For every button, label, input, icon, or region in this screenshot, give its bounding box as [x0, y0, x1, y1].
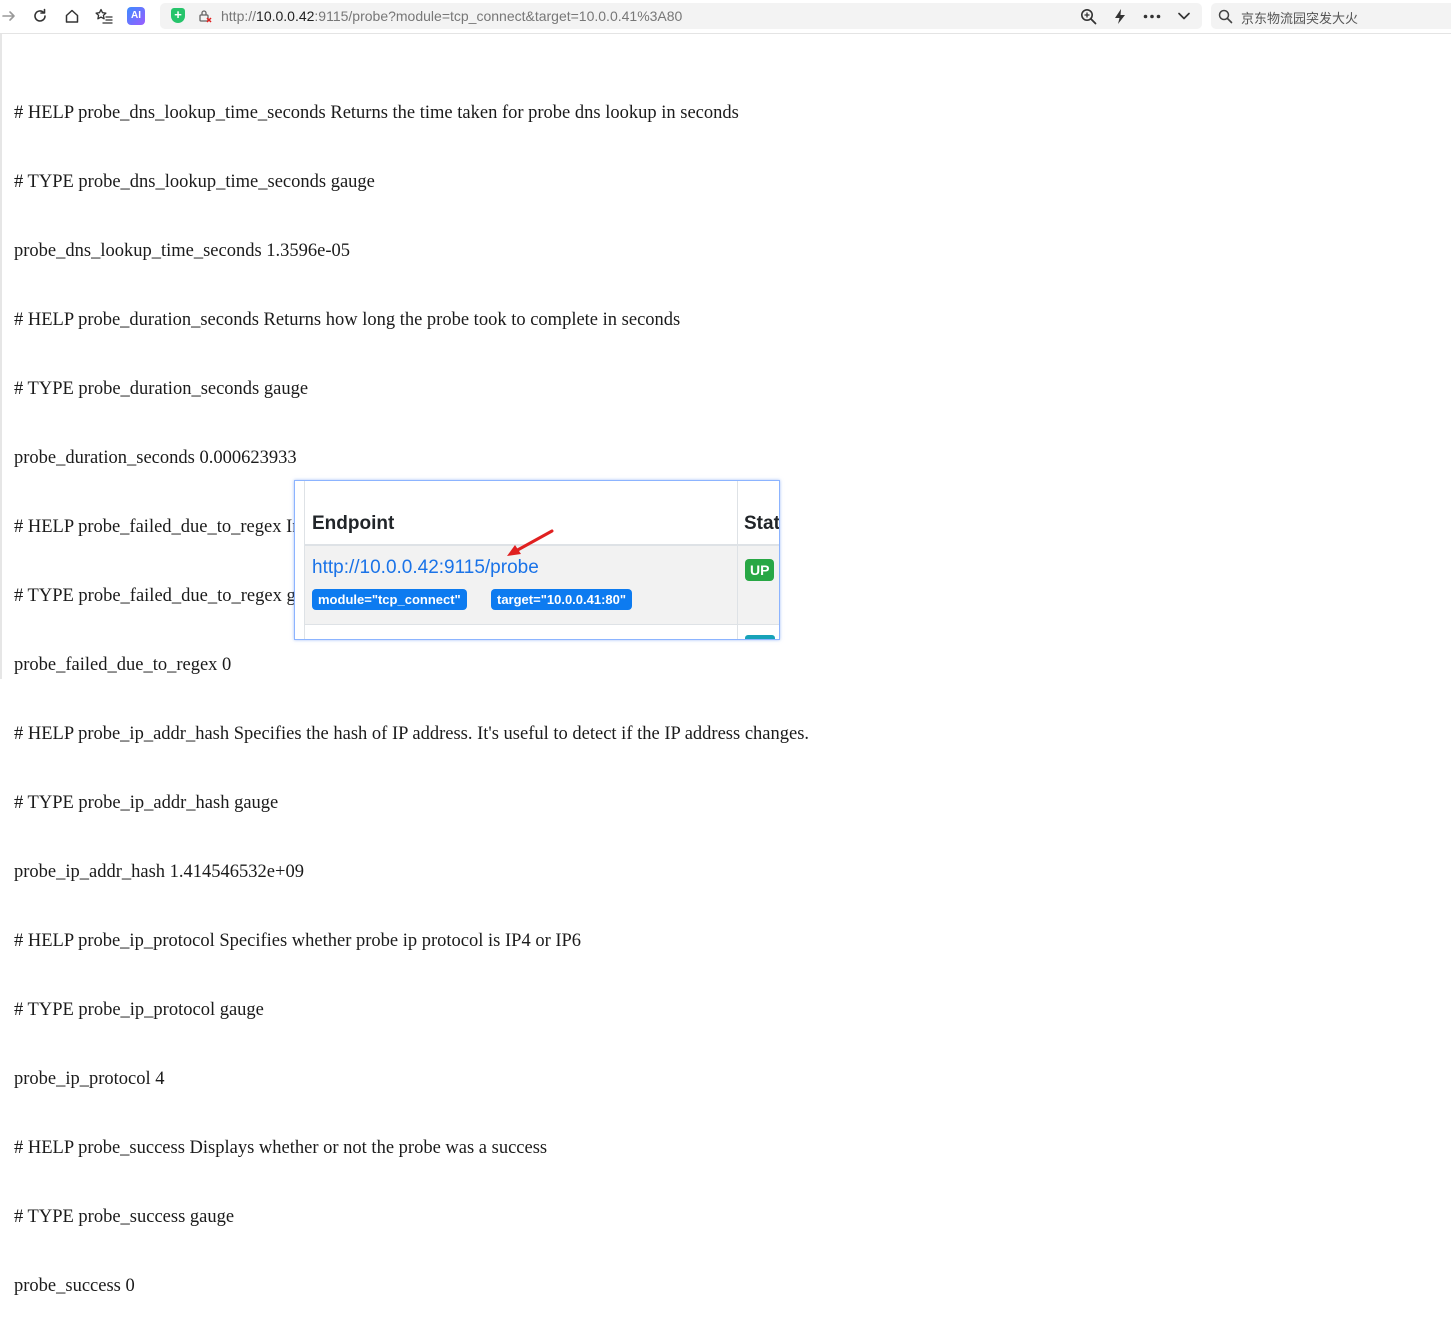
forward-button[interactable] — [0, 3, 22, 29]
reload-icon — [34, 8, 46, 22]
metric-line: # TYPE probe_dns_lookup_time_seconds gau… — [14, 172, 375, 192]
more-dots-icon[interactable] — [1143, 14, 1161, 19]
chevron-down-icon[interactable] — [1177, 11, 1191, 21]
next-row-badge — [745, 635, 775, 639]
metrics-output: # HELP probe_dns_lookup_time_seconds Ret… — [14, 56, 809, 1321]
annotation-arrow-icon — [507, 529, 554, 556]
table-column-divider — [737, 481, 738, 639]
url-path: :9115/probe?module=tcp_connect&target=10… — [314, 8, 683, 24]
label-badge-target: target="10.0.0.41:80" — [491, 589, 633, 610]
metric-line: # TYPE probe_ip_protocol gauge — [14, 1000, 264, 1020]
search-icon — [1218, 9, 1233, 24]
metric-line: probe_ip_protocol 4 — [14, 1069, 165, 1089]
browser-toolbar: AI + http://10.0.0.42:9115/probe?module=… — [0, 0, 1451, 34]
home-button[interactable] — [59, 3, 85, 29]
reload-button[interactable] — [27, 3, 53, 29]
metric-line: # TYPE probe_success gauge — [14, 1207, 235, 1227]
table-row-divider — [305, 624, 779, 625]
metric-line: # HELP probe_ip_addr_hash Specifies the … — [14, 724, 810, 744]
column-header-endpoint: Endpoint — [312, 513, 395, 534]
insecure-lock-icon[interactable] — [198, 9, 212, 23]
url-scheme: http:// — [221, 8, 257, 24]
metric-line: probe_duration_seconds 0.000623933 — [14, 448, 297, 468]
ai-icon: AI — [127, 7, 145, 25]
metric-line: # HELP probe_duration_seconds Returns ho… — [14, 310, 681, 330]
status-badge: UP — [745, 559, 775, 581]
search-placeholder: 京东物流园突发大火 — [1241, 12, 1359, 27]
metric-line: probe_dns_lookup_time_seconds 1.3596e-05 — [14, 241, 351, 261]
column-header-state: Stat — [744, 513, 780, 534]
star-list-icon — [95, 8, 113, 24]
metric-line: # HELP probe_ip_protocol Specifies wheth… — [14, 931, 582, 951]
url-text[interactable]: http://10.0.0.42:9115/probe?module=tcp_c… — [221, 8, 682, 24]
ai-assistant-button[interactable]: AI — [123, 3, 149, 29]
arrow-right-icon — [2, 11, 15, 21]
metric-line: # HELP probe_dns_lookup_time_seconds Ret… — [14, 103, 739, 123]
zoom-icon[interactable] — [1080, 8, 1097, 25]
address-bar[interactable]: + http://10.0.0.42:9115/probe?module=tcp… — [160, 3, 1202, 29]
search-box[interactable]: 京东物流园突发大火 — [1211, 3, 1451, 29]
page-left-border — [0, 34, 2, 679]
metric-line: # HELP probe_success Displays whether or… — [14, 1138, 548, 1158]
metric-line: # TYPE probe_duration_seconds gauge — [14, 379, 309, 399]
metric-line: # TYPE probe_ip_addr_hash gauge — [14, 793, 279, 813]
shield-icon: + — [171, 8, 185, 23]
metric-line: probe_failed_due_to_regex 0 — [14, 655, 232, 675]
lightning-icon[interactable] — [1113, 8, 1127, 25]
favorites-button[interactable] — [91, 3, 117, 29]
metric-line: probe_ip_addr_hash 1.414546532e+09 — [14, 862, 304, 882]
url-host: 10.0.0.42 — [256, 8, 315, 24]
metric-line: probe_success 0 — [14, 1276, 135, 1296]
label-badge-module: module="tcp_connect" — [312, 589, 467, 610]
home-icon — [65, 9, 79, 23]
